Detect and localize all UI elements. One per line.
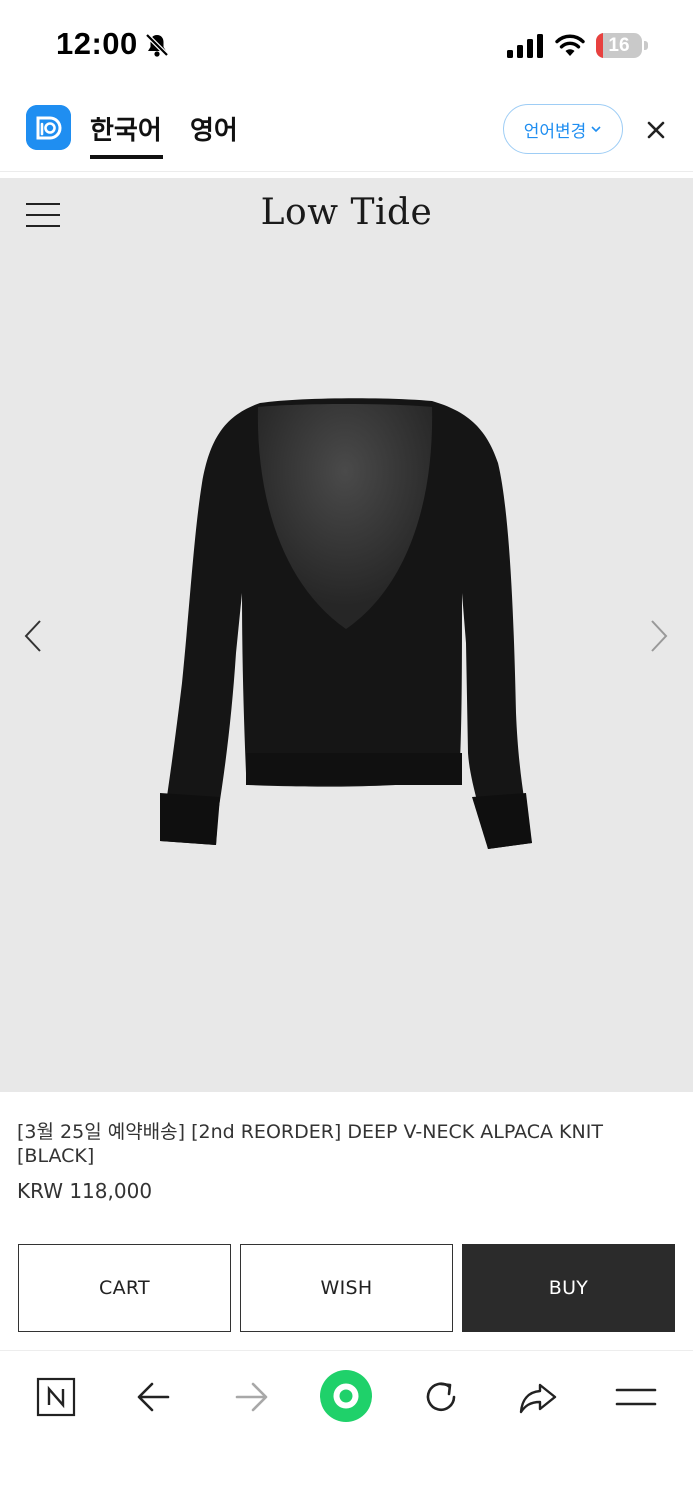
forward-arrow-icon[interactable] [229,1375,273,1419]
wifi-icon [555,34,585,56]
battery-level: 16 [608,35,630,56]
previous-image-icon[interactable] [22,618,44,654]
product-price: KRW 118,000 [17,1179,153,1203]
chevron-down-icon [591,126,601,133]
status-bar: 12:00 16 [0,0,693,92]
wish-button[interactable]: WISH [240,1244,453,1332]
next-image-icon[interactable] [648,618,670,654]
change-language-button[interactable]: 언어변경 [503,104,623,154]
bell-slash-icon [145,33,169,57]
change-language-label: 언어변경 [523,121,587,142]
buy-button[interactable]: BUY [462,1244,675,1332]
product-photo-sweater [160,398,532,849]
translator-app-logo-icon[interactable] [26,105,71,150]
naver-n-icon[interactable] [34,1375,78,1419]
menu-icon[interactable] [614,1375,658,1419]
close-icon[interactable] [644,118,668,142]
product-title: [3월 25일 예약배송] [2nd REORDER] DEEP V-NECK … [17,1121,603,1167]
product-image-carousel[interactable]: Low Tide [0,178,693,1092]
tab-english[interactable]: 영어 [190,110,238,147]
active-tab-indicator [90,155,163,159]
cart-button[interactable]: CART [18,1244,231,1332]
cellular-signal-icon [507,34,543,58]
green-home-icon[interactable] [318,1368,374,1424]
status-time: 12:00 [56,26,138,61]
tab-korean[interactable]: 한국어 [90,110,162,147]
back-arrow-icon[interactable] [132,1375,176,1419]
battery-icon: 16 [596,33,648,58]
brand-logo[interactable]: Low Tide [0,192,693,233]
reload-icon[interactable] [419,1375,463,1419]
browser-toolbar [0,1350,693,1500]
translate-bar: 한국어 영어 언어변경 [0,92,693,172]
share-icon[interactable] [516,1375,560,1419]
